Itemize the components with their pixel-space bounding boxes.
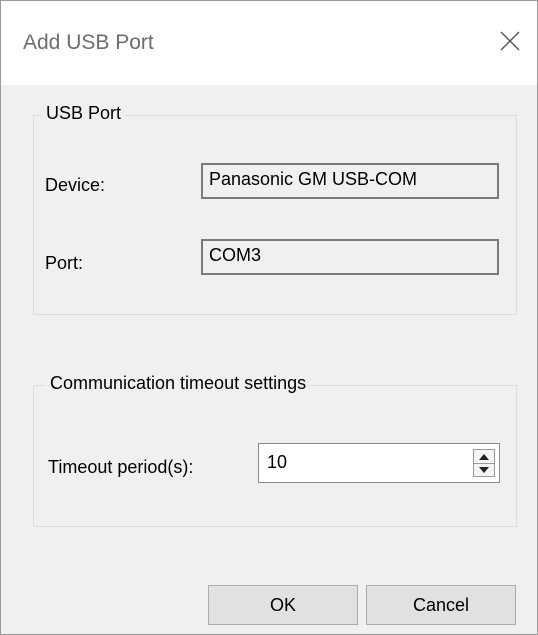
port-label: Port: xyxy=(45,253,84,273)
usb-port-group: USB Port xyxy=(33,103,517,315)
add-usb-port-dialog: Add USB Port USB Port Device: Panasonic … xyxy=(0,0,538,635)
triangle-up-icon xyxy=(479,453,489,460)
device-label: Device: xyxy=(45,175,106,195)
timeout-period-stepper[interactable]: 10 xyxy=(258,443,500,483)
triangle-down-icon xyxy=(479,466,489,473)
cancel-button[interactable]: Cancel xyxy=(366,585,516,625)
window-title: Add USB Port xyxy=(23,31,154,54)
timeout-period-value[interactable]: 10 xyxy=(267,452,287,473)
close-icon xyxy=(500,31,520,51)
spin-down-button[interactable] xyxy=(474,463,494,476)
device-value: Panasonic GM USB-COM xyxy=(209,169,418,189)
device-field: Panasonic GM USB-COM xyxy=(201,163,499,199)
spin-up-button[interactable] xyxy=(474,450,494,464)
spin-buttons xyxy=(473,449,495,477)
port-value: COM3 xyxy=(209,245,262,265)
timeout-group-legend: Communication timeout settings xyxy=(46,373,311,394)
timeout-period-label: Timeout period(s): xyxy=(48,457,194,477)
usb-port-group-legend: USB Port xyxy=(42,103,126,124)
close-button[interactable] xyxy=(485,19,537,65)
ok-button[interactable]: OK xyxy=(208,585,358,625)
port-field: COM3 xyxy=(201,239,499,275)
title-bar[interactable]: Add USB Port xyxy=(1,1,537,85)
